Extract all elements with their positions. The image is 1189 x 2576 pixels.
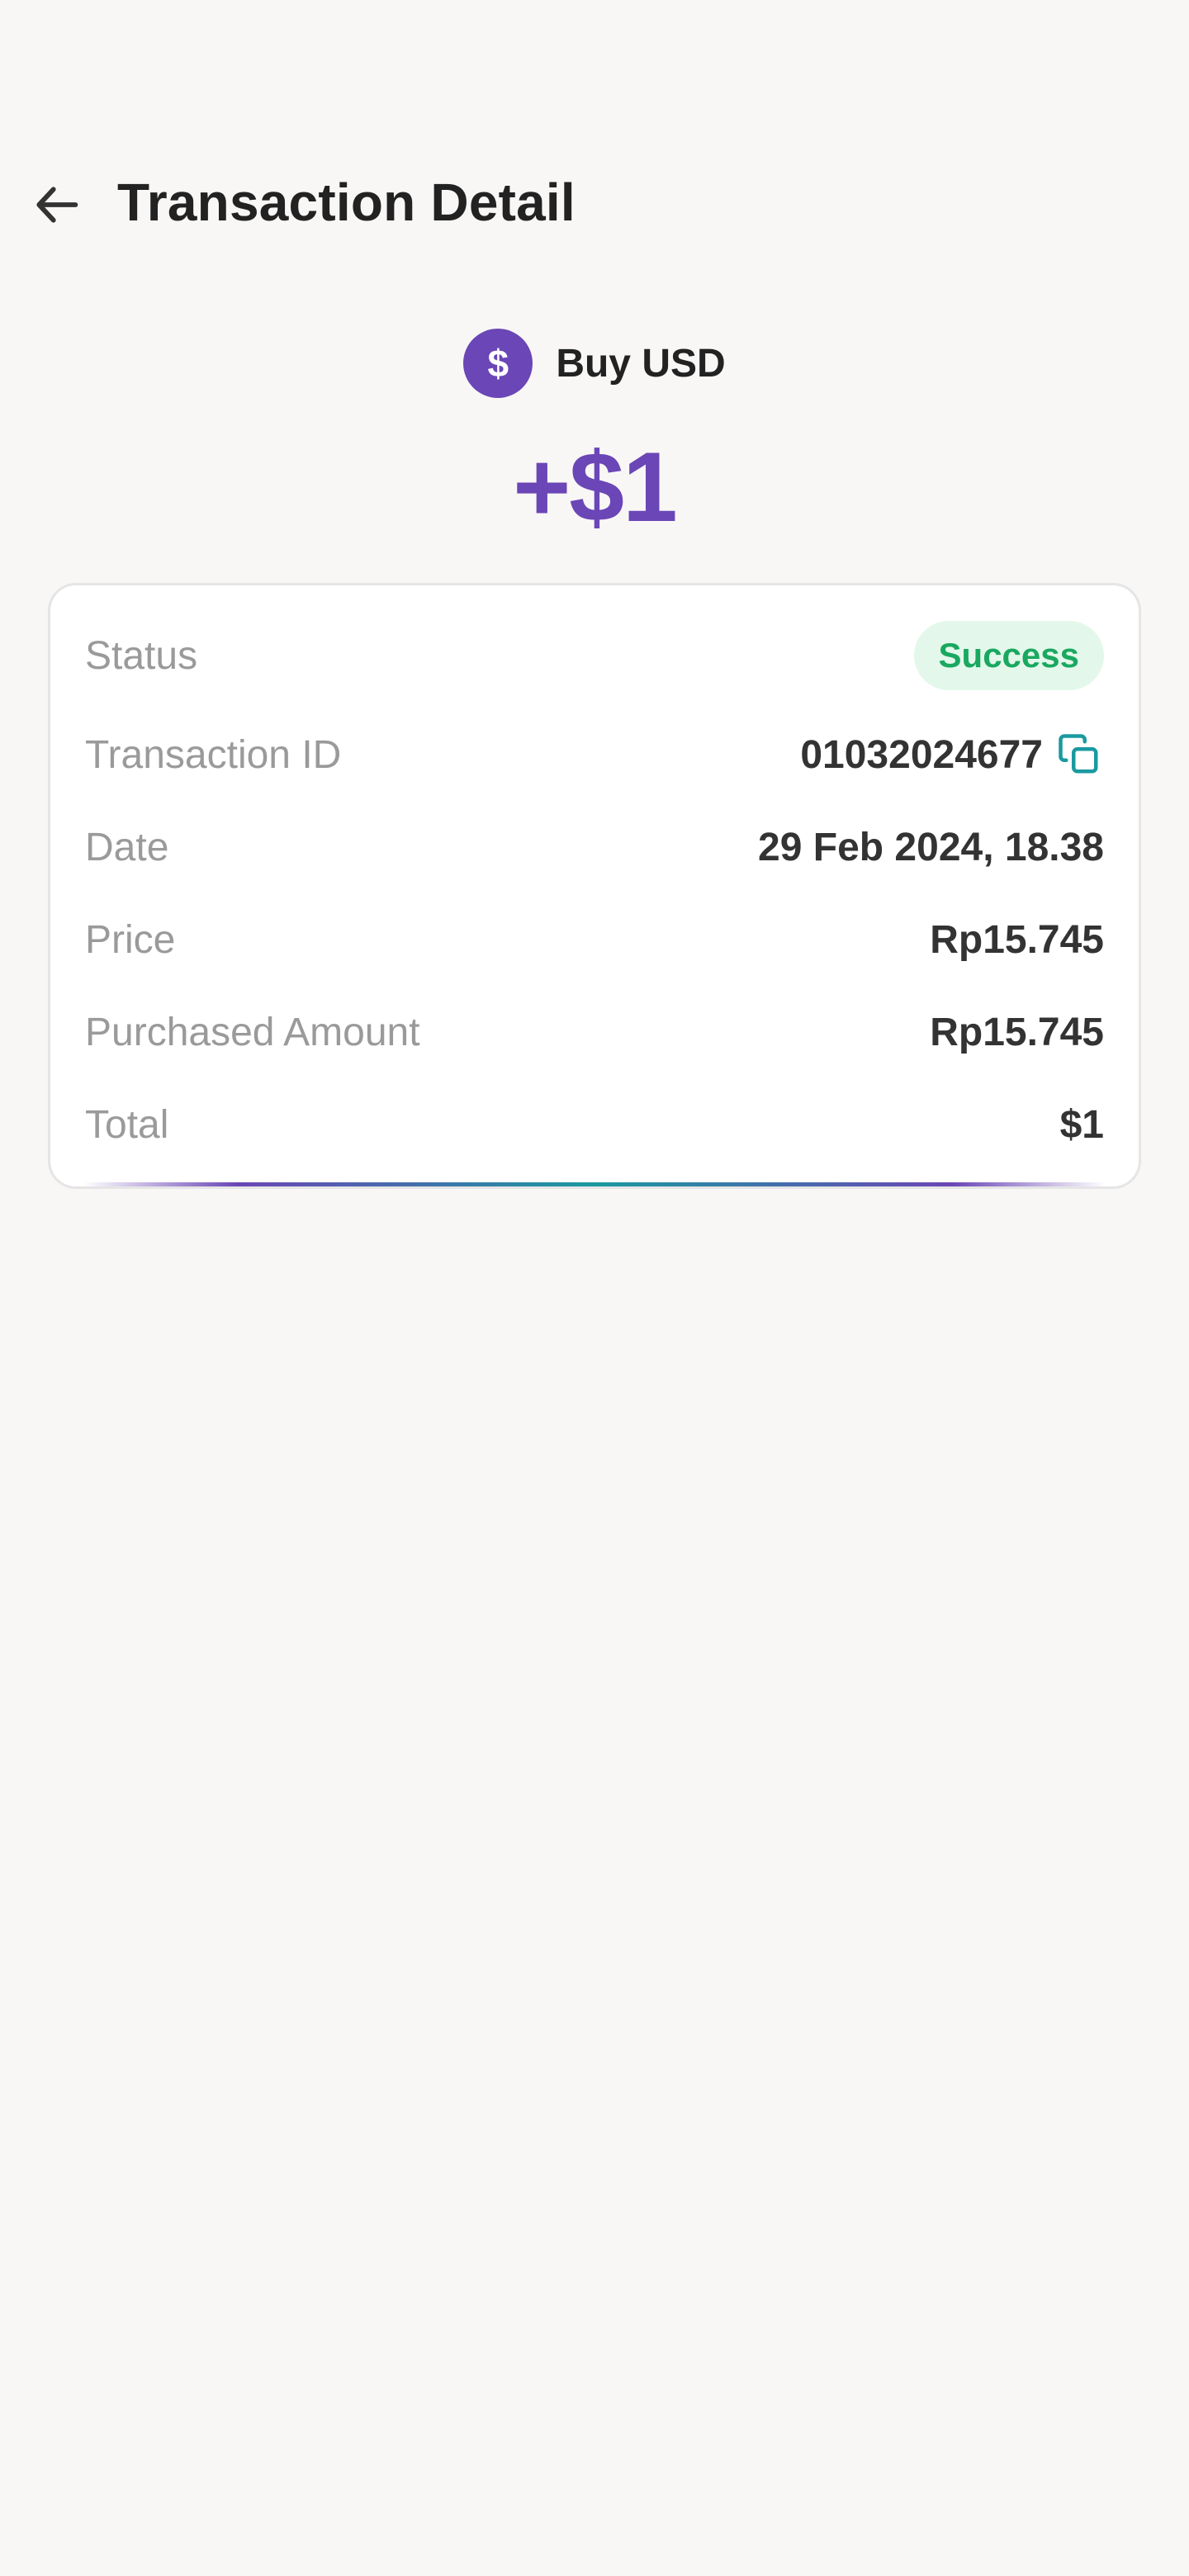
total-row: Total $1 bbox=[85, 1087, 1104, 1162]
total-value: $1 bbox=[1059, 1102, 1104, 1147]
transaction-id-row: Transaction ID 01032024677 bbox=[85, 717, 1104, 792]
total-label: Total bbox=[85, 1102, 169, 1147]
transaction-detail-card: Status Success Transaction ID 0103202467… bbox=[48, 583, 1141, 1189]
transaction-type: $ Buy USD bbox=[0, 327, 1189, 400]
price-row: Price Rp15.745 bbox=[85, 902, 1104, 977]
price-label: Price bbox=[85, 917, 176, 962]
purchased-amount-label: Purchased Amount bbox=[85, 1010, 420, 1054]
date-label: Date bbox=[85, 825, 169, 869]
status-row: Status Success bbox=[85, 618, 1104, 693]
purchased-amount-row: Purchased Amount Rp15.745 bbox=[85, 995, 1104, 1069]
transaction-amount: +$1 bbox=[513, 432, 678, 542]
back-button[interactable] bbox=[25, 172, 91, 238]
copy-button[interactable] bbox=[1054, 730, 1104, 779]
status-label: Status bbox=[85, 633, 198, 678]
date-row: Date 29 Feb 2024, 18.38 bbox=[85, 810, 1104, 884]
card-accent-divider bbox=[83, 1182, 1106, 1186]
status-badge: Success bbox=[913, 621, 1104, 690]
dollar-icon: $ bbox=[463, 329, 533, 398]
page-title: Transaction Detail bbox=[117, 173, 576, 232]
transaction-id-label: Transaction ID bbox=[85, 732, 342, 777]
transaction-id-value: 01032024677 bbox=[800, 732, 1043, 777]
arrow-left-icon bbox=[36, 187, 78, 223]
copy-icon bbox=[1059, 734, 1098, 774]
date-value: 29 Feb 2024, 18.38 bbox=[758, 825, 1104, 869]
purchased-amount-value: Rp15.745 bbox=[930, 1010, 1104, 1054]
transaction-id-value-group: 01032024677 bbox=[800, 730, 1104, 779]
transaction-type-label: Buy USD bbox=[556, 341, 726, 386]
app-header: Transaction Detail bbox=[0, 165, 1189, 239]
price-value: Rp15.745 bbox=[930, 917, 1104, 962]
